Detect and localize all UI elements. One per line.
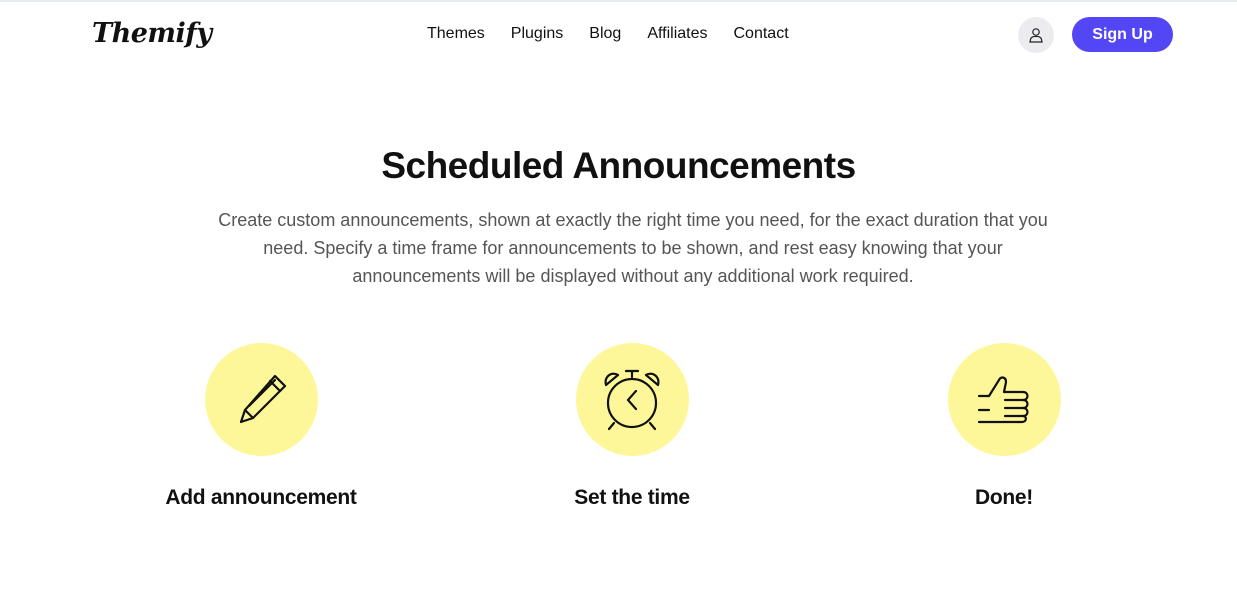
thumbs-up-icon bbox=[977, 375, 1029, 423]
nav-item-plugins[interactable]: Plugins bbox=[511, 24, 563, 44]
pencil-icon bbox=[239, 374, 287, 423]
site-header: Themify Themes Plugins Blog Affiliates C… bbox=[0, 0, 1237, 68]
nav-item-themes[interactable]: Themes bbox=[427, 24, 485, 44]
nav-item-affiliates[interactable]: Affiliates bbox=[647, 24, 707, 44]
step-add-announcement: Add announcement bbox=[111, 343, 411, 511]
nav-item-contact[interactable]: Contact bbox=[734, 24, 789, 44]
step-label: Set the time bbox=[574, 486, 690, 509]
step-icon-circle bbox=[947, 343, 1061, 456]
user-icon bbox=[1029, 28, 1043, 43]
alarm-clock-icon bbox=[604, 369, 660, 430]
page-title: Scheduled Announcements bbox=[381, 145, 856, 186]
logo[interactable]: Themify bbox=[92, 20, 212, 47]
step-icon-circle bbox=[575, 343, 689, 456]
step-icon-circle bbox=[204, 343, 318, 456]
step-done: Done! bbox=[854, 343, 1154, 511]
nav-item-blog[interactable]: Blog bbox=[589, 24, 621, 44]
step-label: Done! bbox=[975, 486, 1033, 509]
step-label: Add announcement bbox=[165, 486, 357, 509]
page-description: Create custom announcements, shown at ex… bbox=[218, 210, 1048, 286]
main-nav: Themes Plugins Blog Affiliates Contact bbox=[427, 24, 815, 44]
account-button[interactable] bbox=[1018, 17, 1054, 53]
step-set-the-time: Set the time bbox=[482, 343, 782, 511]
sign-up-button[interactable]: Sign Up bbox=[1072, 17, 1173, 52]
